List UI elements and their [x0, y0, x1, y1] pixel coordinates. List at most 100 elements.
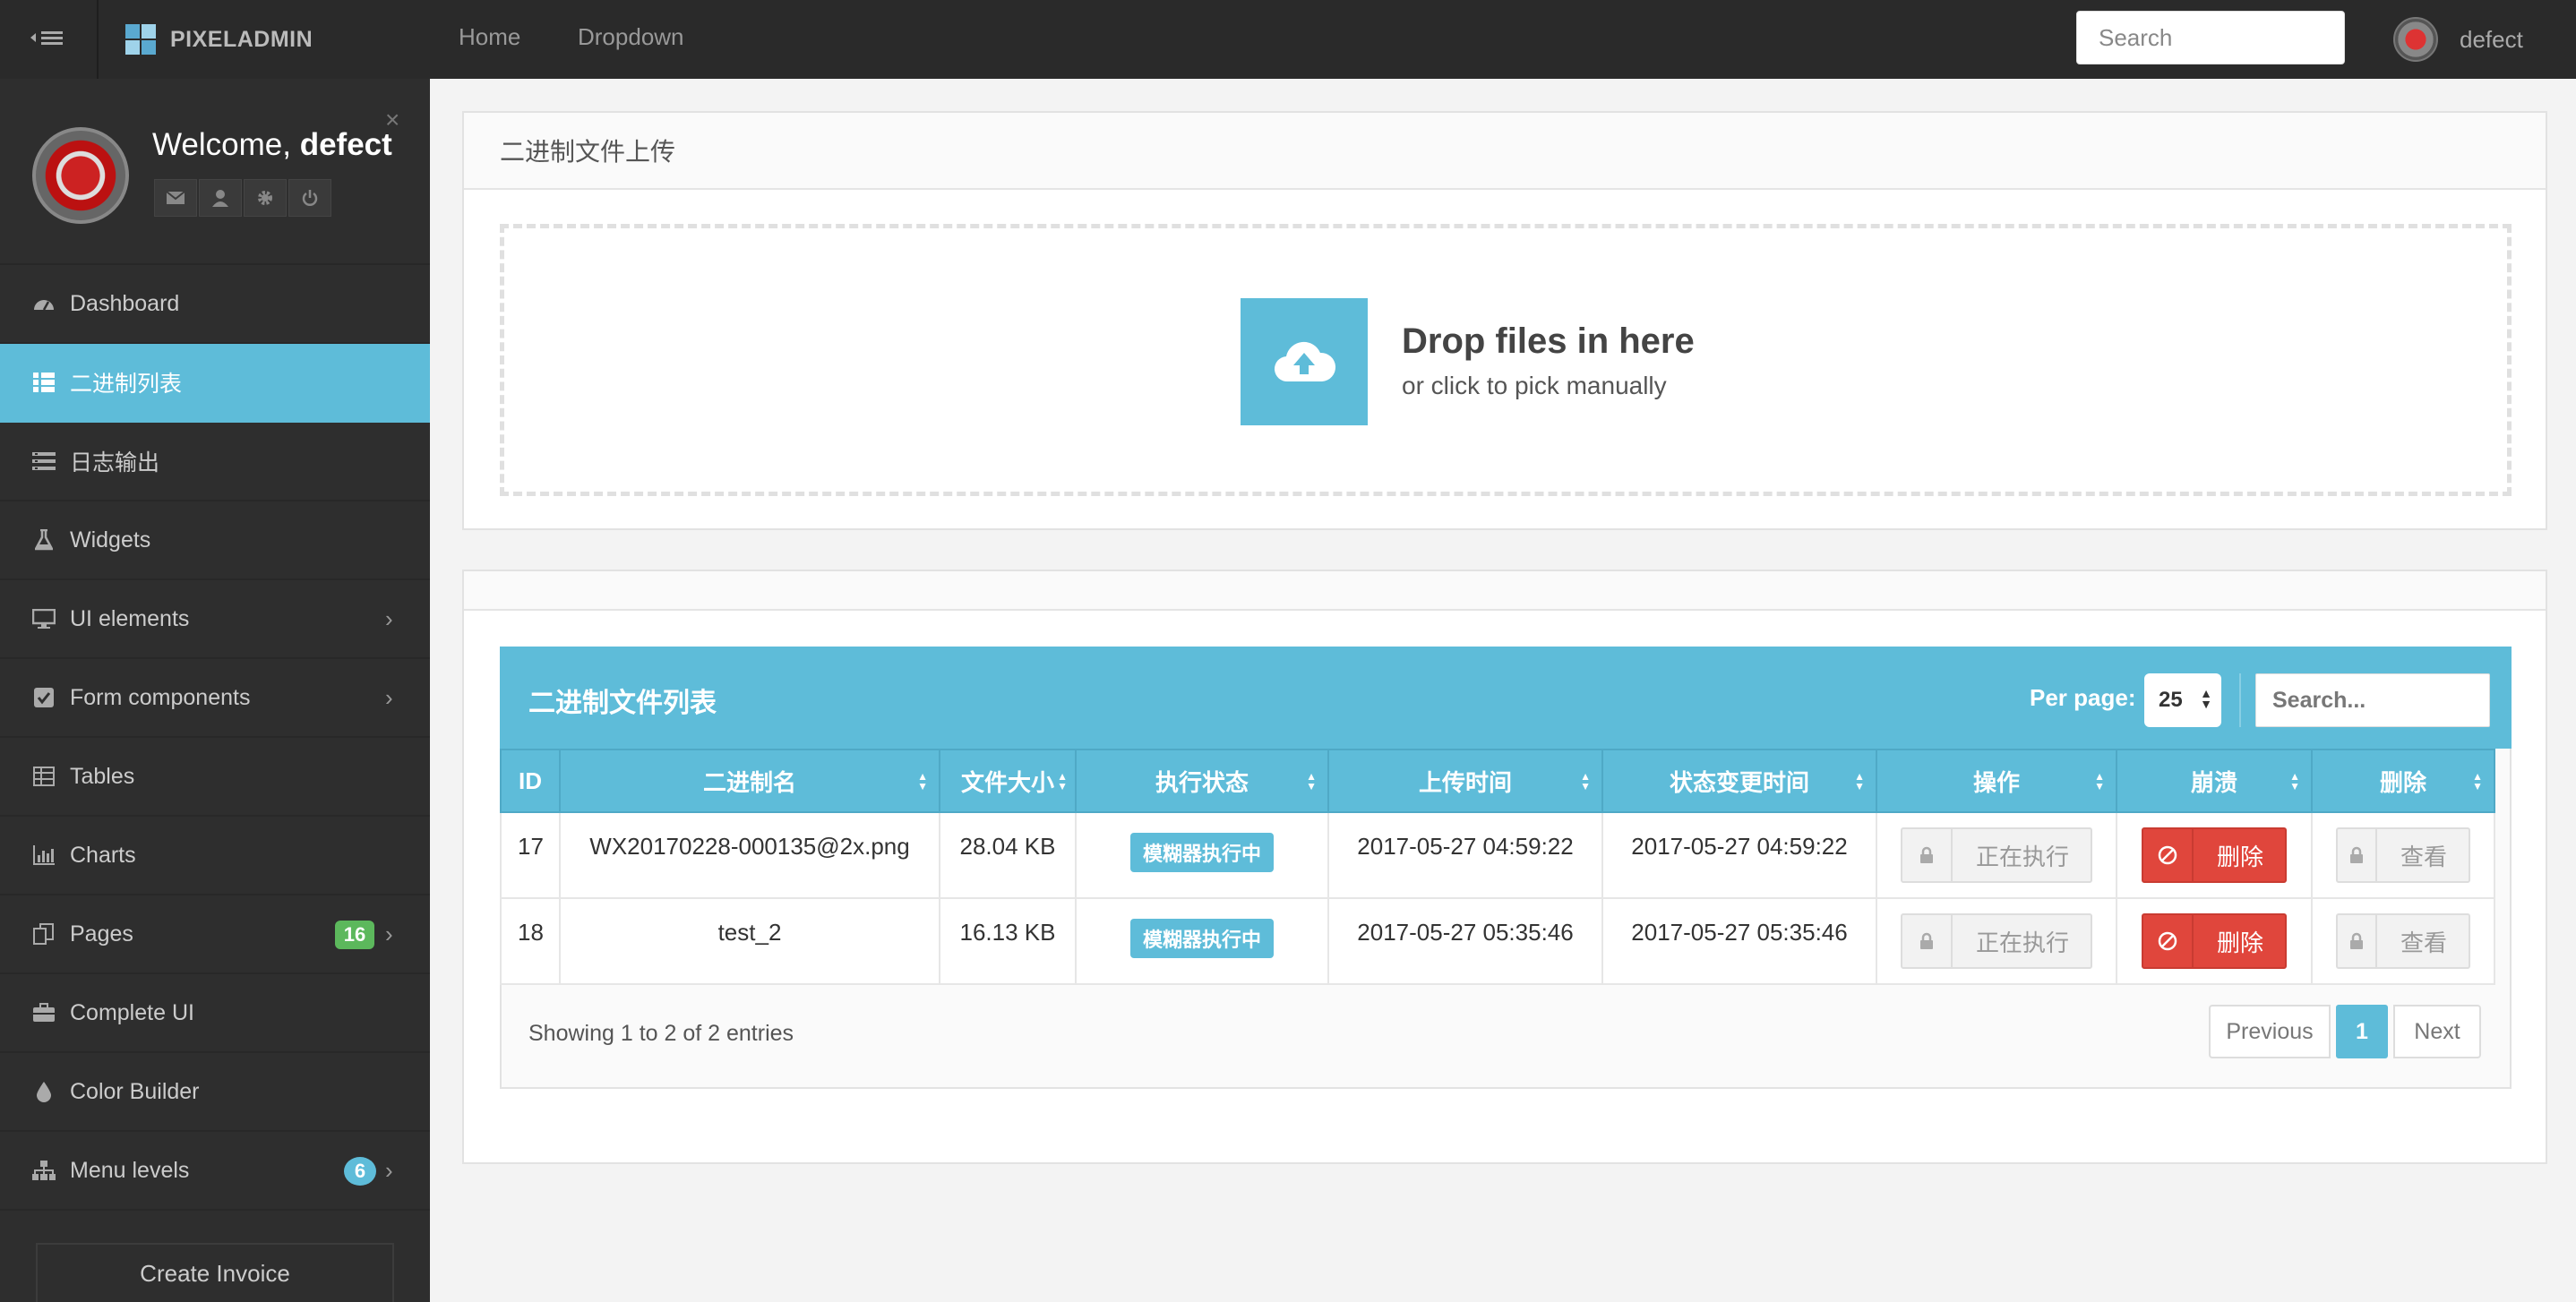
dropzone-subtitle: or click to pick manually: [1402, 372, 1667, 399]
brand[interactable]: PIXELADMIN: [125, 20, 313, 59]
column-header-changed-time[interactable]: 状态变更时间 ▲ ▼: [1601, 749, 1877, 813]
brand-logo-icon: [125, 24, 156, 55]
sidebar-item-log-output[interactable]: 日志输出: [0, 423, 430, 501]
profile-actions: [154, 179, 331, 217]
sort-icon: ▲ ▼: [1580, 770, 1591, 792]
navbar-search-input[interactable]: [2076, 11, 2345, 64]
sidebar-item-form-components[interactable]: Form components ›: [0, 659, 430, 738]
sidebar-item-widgets[interactable]: Widgets: [0, 501, 430, 580]
envelope-icon[interactable]: [154, 179, 197, 217]
crash-delete-button[interactable]: 删除: [2141, 913, 2287, 969]
pagination: Previous 1 Next: [2209, 1005, 2481, 1058]
sidebar-item-label: Color Builder: [70, 1078, 200, 1104]
user-icon[interactable]: [199, 179, 242, 217]
column-header-size[interactable]: 文件大小 ▲ ▼: [939, 749, 1077, 813]
running-button-label: 正在执行: [1975, 929, 2069, 956]
nav-link-dropdown[interactable]: Dropdown: [578, 23, 684, 51]
sitemap-icon: [30, 1157, 57, 1184]
sidebar-item-charts[interactable]: Charts: [0, 817, 430, 895]
column-header-crash[interactable]: 崩溃 ▲ ▼: [2116, 749, 2313, 813]
status-badge: 模糊器执行中: [1129, 833, 1274, 872]
pagination-previous[interactable]: Previous: [2209, 1005, 2331, 1058]
cell-file-size: 28.04 KB: [939, 811, 1077, 899]
running-button[interactable]: 正在执行: [1900, 913, 2092, 969]
power-icon[interactable]: [288, 179, 331, 217]
sidebar-profile: Welcome, defect ×: [0, 79, 430, 265]
profile-avatar: [32, 127, 129, 224]
crash-delete-label: 删除: [2216, 929, 2263, 956]
gear-icon[interactable]: [244, 179, 287, 217]
chevron-right-icon: ›: [385, 605, 393, 632]
tint-icon: [30, 1078, 57, 1105]
sidebar-item-label: Complete UI: [70, 999, 194, 1025]
navbar-user-menu[interactable]: defect: [2393, 14, 2523, 64]
column-header-label: 崩溃: [2190, 768, 2237, 796]
per-page-select[interactable]: 25 ▲ ▼: [2144, 673, 2221, 727]
entries-info: Showing 1 to 2 of 2 entries: [528, 1021, 794, 1046]
table-title: 二进制文件列表: [528, 689, 717, 718]
view-button[interactable]: 查看: [2335, 913, 2470, 969]
sidebar-item-color-builder[interactable]: Color Builder: [0, 1053, 430, 1132]
dropzone-title: Drop files in here: [1402, 321, 1695, 361]
column-header-id[interactable]: ID: [500, 749, 561, 813]
cloud-upload-icon: [1241, 298, 1368, 425]
column-header-delete[interactable]: 删除 ▲ ▼: [2311, 749, 2495, 813]
column-header-name[interactable]: 二进制名 ▲ ▼: [559, 749, 940, 813]
cell-status: 模糊器执行中: [1075, 811, 1329, 899]
crash-delete-button[interactable]: 删除: [2141, 827, 2287, 883]
table-search-input[interactable]: [2255, 673, 2490, 727]
cell-upload-time: 2017-05-27 05:35:46: [1327, 897, 1603, 985]
sidebar-item-tables[interactable]: Tables: [0, 738, 430, 817]
chevron-right-icon: ›: [385, 684, 393, 711]
sort-icon: ▲ ▼: [917, 770, 928, 792]
cell-upload-time: 2017-05-27 04:59:22: [1327, 811, 1603, 899]
bar-chart-icon: [30, 842, 57, 869]
sidebar-item-menu-levels[interactable]: Menu levels 6 ›: [0, 1132, 430, 1211]
column-header-label: 状态变更时间: [1669, 768, 1809, 796]
table-icon: [30, 763, 57, 790]
column-header-label: ID: [519, 767, 542, 794]
sidebar-toggle-button[interactable]: [0, 0, 99, 79]
welcome-text: Welcome, defect: [152, 127, 392, 163]
sidebar-item-label: UI elements: [70, 605, 190, 631]
column-header-upload-time[interactable]: 上传时间 ▲ ▼: [1327, 749, 1603, 813]
sidebar-item-complete-ui[interactable]: Complete UI: [0, 974, 430, 1053]
running-button[interactable]: 正在执行: [1900, 827, 2092, 883]
sort-icon: ▲ ▼: [2472, 770, 2483, 792]
brand-name: PIXELADMIN: [170, 26, 313, 52]
header-divider: [2239, 673, 2241, 727]
cell-file-size: 16.13 KB: [939, 897, 1077, 985]
view-button-label: 查看: [2400, 929, 2447, 956]
chevron-right-icon: ›: [385, 1157, 393, 1184]
upload-panel-title: 二进制文件上传: [500, 138, 676, 166]
sidebar-item-ui-elements[interactable]: UI elements ›: [0, 580, 430, 659]
running-button-label: 正在执行: [1975, 843, 2069, 870]
lock-icon: [2338, 829, 2377, 881]
sort-icon: ▲ ▼: [2094, 770, 2105, 792]
column-header-label: 删除: [2379, 768, 2426, 796]
cell-changed-time: 2017-05-27 04:59:22: [1601, 811, 1877, 899]
menu-levels-count-badge: 6: [344, 1157, 376, 1186]
lock-icon: [1902, 915, 1953, 967]
sidebar-item-label: Menu levels: [70, 1157, 190, 1183]
pagination-page-1[interactable]: 1: [2336, 1005, 2388, 1058]
cell-id: 18: [500, 897, 561, 985]
create-invoice-button[interactable]: Create Invoice: [36, 1243, 394, 1302]
pagination-next[interactable]: Next: [2393, 1005, 2481, 1058]
view-button[interactable]: 查看: [2335, 827, 2470, 883]
sort-icon: ▲ ▼: [1057, 770, 1068, 792]
cell-operation: 正在执行: [1876, 811, 2117, 899]
select-arrows-icon: ▲ ▼: [2200, 686, 2212, 711]
sidebar-item-label: Pages: [70, 921, 133, 947]
column-header-operation[interactable]: 操作 ▲ ▼: [1876, 749, 2117, 813]
column-header-status[interactable]: 执行状态 ▲ ▼: [1075, 749, 1329, 813]
sidebar-item-binary-list[interactable]: 二进制列表: [0, 344, 430, 423]
menu-toggle-icon: [29, 27, 68, 53]
cell-changed-time: 2017-05-27 05:35:46: [1601, 897, 1877, 985]
sidebar-item-dashboard[interactable]: Dashboard: [0, 265, 430, 344]
sidebar-item-pages[interactable]: Pages 16 ›: [0, 895, 430, 974]
sidebar-item-label: Form components: [70, 684, 251, 710]
close-icon[interactable]: ×: [385, 106, 399, 134]
file-dropzone[interactable]: Drop files in here or click to pick manu…: [500, 224, 2512, 496]
nav-link-home[interactable]: Home: [459, 23, 520, 51]
